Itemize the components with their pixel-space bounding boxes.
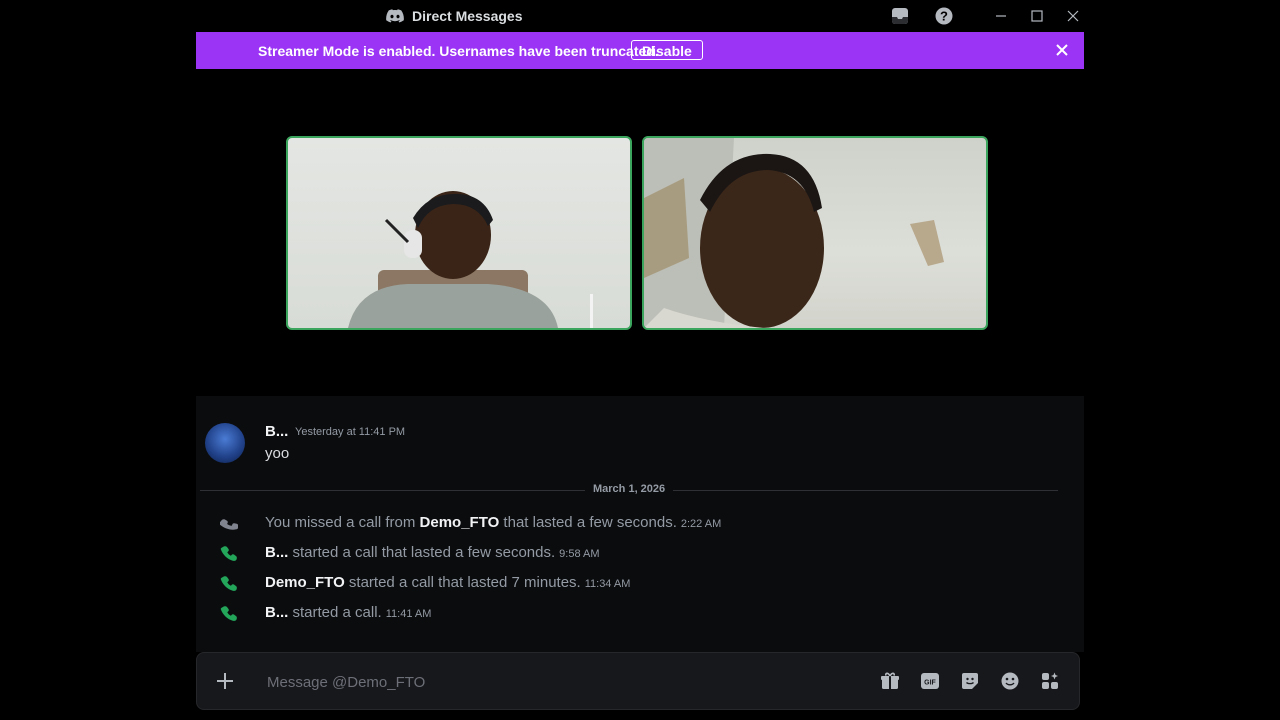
call-icon [220,576,237,591]
banner-close-icon[interactable] [1054,42,1070,58]
discord-logo-icon [386,9,404,23]
system-message-text: Demo_FTO started a call that lasted 7 mi… [265,574,631,591]
video-feed-image [348,191,593,328]
gif-icon[interactable]: GIF [920,671,940,691]
streamer-mode-banner: Streamer Mode is enabled. Usernames have… [196,32,1084,69]
add-attachment-icon[interactable] [215,671,235,691]
svg-text:?: ? [940,9,948,24]
emoji-icon[interactable] [1000,671,1020,691]
minimize-icon[interactable] [991,6,1011,26]
date-divider-label: March 1, 2026 [585,483,674,495]
sticker-icon[interactable] [960,671,980,691]
window-title: Direct Messages [386,0,523,32]
title-bar: Direct Messages ? [196,0,1084,32]
message-composer: GIF [196,652,1080,710]
call-area [196,69,1084,396]
disable-button[interactable]: Disable [631,40,703,60]
svg-text:GIF: GIF [924,680,936,687]
message-timestamp: Yesterday at 11:41 PM [295,426,406,438]
apps-icon[interactable] [1040,671,1060,691]
inbox-icon[interactable] [890,6,910,26]
system-message: You missed a call from Demo_FTO that las… [196,511,1084,535]
system-message-text: You missed a call from Demo_FTO that las… [265,514,722,531]
help-icon[interactable]: ? [934,6,954,26]
message-text: yoo [265,445,290,462]
avatar[interactable] [205,423,245,463]
system-message-text: B... started a call. 11:41 AM [265,604,432,621]
system-message: B... started a call. 11:41 AM [196,601,1084,625]
gift-icon[interactable] [880,671,900,691]
banner-text: Streamer Mode is enabled. Usernames have… [258,43,659,59]
call-icon [220,546,237,561]
system-message: Demo_FTO started a call that lasted 7 mi… [196,571,1084,595]
call-icon [220,606,237,621]
discord-window: Direct Messages ? Streamer Mode is enabl… [196,0,1084,720]
video-tile-self[interactable] [286,136,632,330]
missed-call-icon [220,519,238,530]
close-icon[interactable] [1063,6,1083,26]
system-message: B... started a call that lasted a few se… [196,541,1084,565]
message-author[interactable]: B... [265,423,288,440]
message-input[interactable] [265,669,829,695]
video-tile-other[interactable] [642,136,988,330]
system-message-text: B... started a call that lasted a few se… [265,544,600,561]
window-title-text: Direct Messages [412,8,523,24]
video-feed-image [644,138,944,328]
maximize-icon[interactable] [1027,6,1047,26]
chat-log: B... Yesterday at 11:41 PM yoo March 1, … [196,396,1084,652]
